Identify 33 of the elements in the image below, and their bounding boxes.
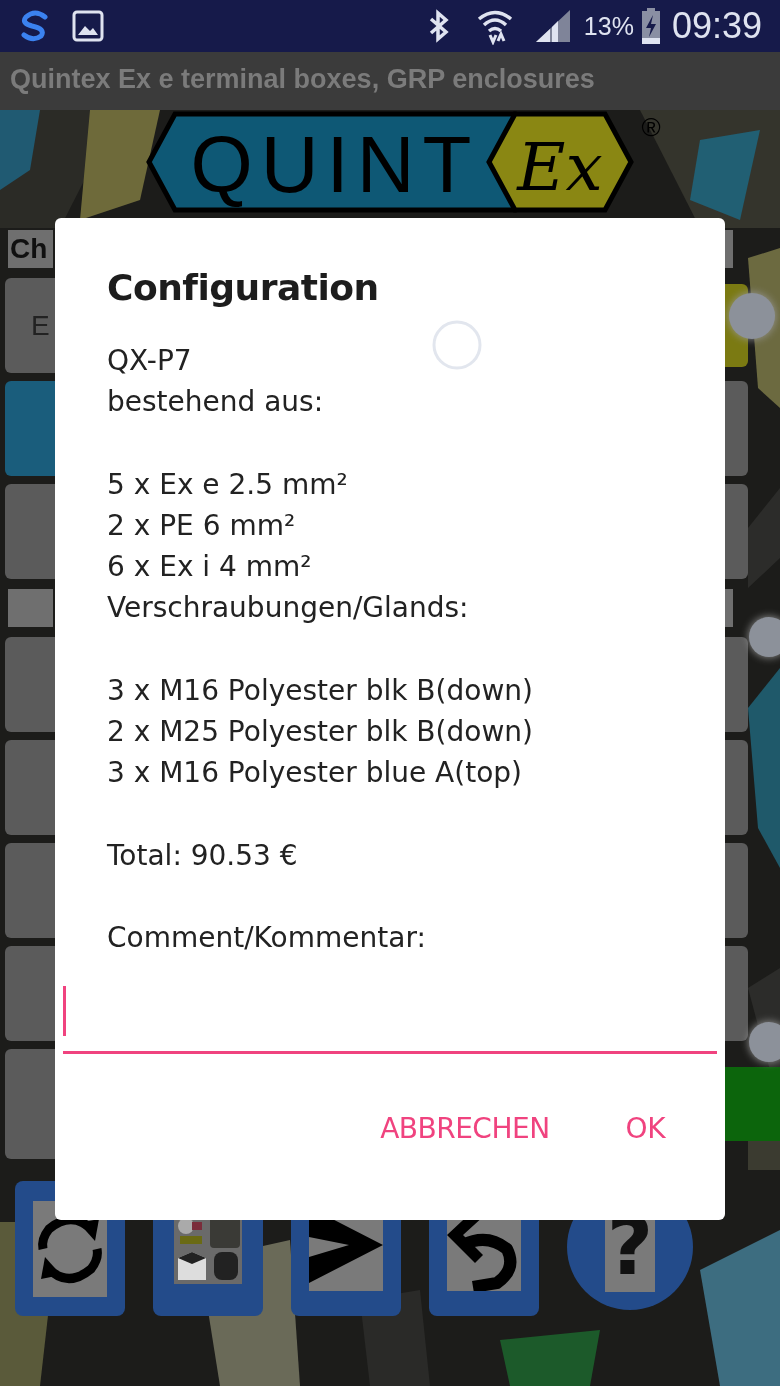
option-button[interactable] <box>5 946 55 1041</box>
option-button[interactable] <box>725 740 748 835</box>
cancel-button[interactable]: ABBRECHEN <box>362 1106 568 1152</box>
option-button[interactable] <box>5 381 55 476</box>
option-button[interactable] <box>725 484 748 579</box>
option-button[interactable] <box>5 484 55 579</box>
app-title: Quintex Ex e terminal boxes, GRP enclosures <box>10 64 595 94</box>
option-button[interactable] <box>725 1067 780 1141</box>
option-button[interactable] <box>725 637 748 732</box>
image-icon <box>72 10 104 42</box>
option-button[interactable] <box>5 843 55 938</box>
dialog-title: Configuration <box>107 266 379 310</box>
configuration-text: Comment/Kommentar: <box>107 919 426 956</box>
battery-percentage: 13% <box>583 11 634 41</box>
section-bar <box>725 230 733 268</box>
option-button[interactable] <box>725 843 748 938</box>
configuration-text: 3 x M16 Polyester blk B(down) 2 x M25 Polyester blk B(down) 3 x M16 Polyester blue A(top) <box>107 672 533 792</box>
battery-charging-icon <box>639 7 662 45</box>
section-label: Ch <box>8 230 53 268</box>
spinner-icon <box>431 319 483 371</box>
section-bar <box>8 589 53 627</box>
option-button[interactable]: E <box>5 278 55 373</box>
ok-button[interactable]: OK <box>607 1106 683 1152</box>
configuration-text: Total: 90.53 € <box>107 837 298 874</box>
configuration-text: QX-P7 bestehend aus: <box>107 343 324 421</box>
configuration-text: 5 x Ex e 2.5 mm² 2 x PE 6 mm² 6 x Ex i 4 mm² Verschraubungen/Glands: <box>107 466 469 627</box>
option-button[interactable] <box>5 740 55 835</box>
section-bar <box>725 589 733 627</box>
clock-time: 09:39 <box>671 5 762 47</box>
option-button[interactable] <box>5 637 55 732</box>
option-button[interactable] <box>5 1049 55 1159</box>
option-button[interactable] <box>725 381 748 476</box>
option-button[interactable] <box>725 946 748 1041</box>
